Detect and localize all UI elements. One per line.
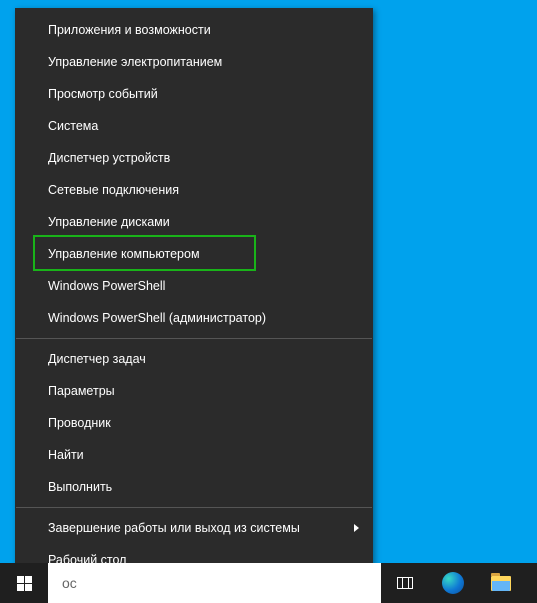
menu-item-label: Выполнить xyxy=(48,480,112,494)
menu-item-label: Параметры xyxy=(48,384,115,398)
menu-item-powershell[interactable]: Windows PowerShell xyxy=(15,270,373,302)
menu-item-search[interactable]: Найти xyxy=(15,439,373,471)
winx-context-menu: Приложения и возможности Управление элект… xyxy=(15,8,373,582)
windows-logo-icon xyxy=(17,576,32,591)
menu-item-label: Управление дисками xyxy=(48,215,170,229)
start-button[interactable] xyxy=(0,563,48,603)
menu-separator xyxy=(16,338,372,339)
menu-item-event-viewer[interactable]: Просмотр событий xyxy=(15,78,373,110)
menu-item-label: Windows PowerShell xyxy=(48,279,165,293)
menu-item-disk-management[interactable]: Управление дисками xyxy=(15,206,373,238)
edge-icon xyxy=(442,572,464,594)
menu-item-settings[interactable]: Параметры xyxy=(15,375,373,407)
menu-item-label: Найти xyxy=(48,448,84,462)
menu-item-label: Диспетчер устройств xyxy=(48,151,170,165)
menu-item-device-manager[interactable]: Диспетчер устройств xyxy=(15,142,373,174)
file-explorer-icon xyxy=(491,576,511,591)
menu-item-label: Просмотр событий xyxy=(48,87,158,101)
taskbar-app-edge[interactable] xyxy=(429,563,477,603)
menu-item-shutdown-signout[interactable]: Завершение работы или выход из системы xyxy=(15,512,373,544)
menu-item-run[interactable]: Выполнить xyxy=(15,471,373,503)
menu-separator xyxy=(16,507,372,508)
menu-item-power-options[interactable]: Управление электропитанием xyxy=(15,46,373,78)
submenu-arrow-icon xyxy=(354,524,359,532)
menu-item-system[interactable]: Система xyxy=(15,110,373,142)
menu-item-label: Управление компьютером xyxy=(48,247,200,261)
taskbar: ос xyxy=(0,563,537,603)
menu-item-computer-management[interactable]: Управление компьютером xyxy=(15,238,373,270)
menu-item-task-manager[interactable]: Диспетчер задач xyxy=(15,343,373,375)
task-view-icon xyxy=(397,577,413,589)
task-view-button[interactable] xyxy=(381,563,429,603)
menu-item-label: Сетевые подключения xyxy=(48,183,179,197)
menu-item-label: Система xyxy=(48,119,98,133)
taskbar-search-box[interactable]: ос xyxy=(48,563,381,603)
menu-item-file-explorer[interactable]: Проводник xyxy=(15,407,373,439)
menu-item-powershell-admin[interactable]: Windows PowerShell (администратор) xyxy=(15,302,373,334)
menu-item-label: Завершение работы или выход из системы xyxy=(48,521,300,535)
menu-item-label: Приложения и возможности xyxy=(48,23,211,37)
menu-item-label: Диспетчер задач xyxy=(48,352,146,366)
taskbar-search-visible-text: ос xyxy=(62,575,77,591)
menu-item-label: Проводник xyxy=(48,416,111,430)
taskbar-app-file-explorer[interactable] xyxy=(477,563,525,603)
menu-item-label: Управление электропитанием xyxy=(48,55,222,69)
menu-item-network-connections[interactable]: Сетевые подключения xyxy=(15,174,373,206)
menu-item-label: Windows PowerShell (администратор) xyxy=(48,311,266,325)
menu-item-apps-features[interactable]: Приложения и возможности xyxy=(15,14,373,46)
